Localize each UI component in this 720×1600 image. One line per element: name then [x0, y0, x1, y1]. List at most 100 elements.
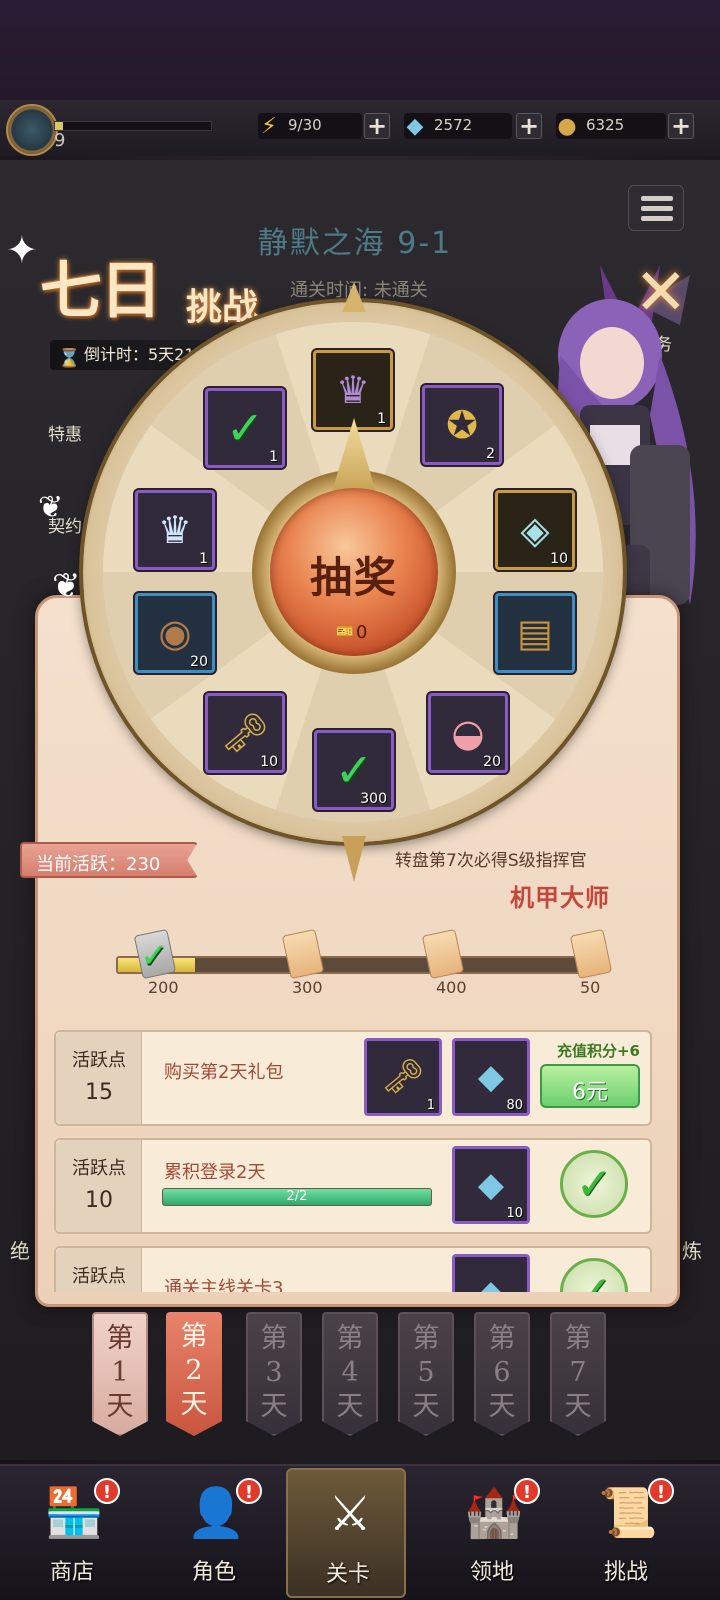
diamond-icon: ◆ — [455, 1257, 527, 1292]
ticket-icon: 🎫 — [336, 624, 354, 640]
day-tab-text: 6 — [493, 1357, 511, 1388]
side-item-left[interactable]: 绝 — [10, 1235, 30, 1264]
add-coin-button[interactable]: + — [668, 113, 694, 139]
milestone-label: 300 — [292, 978, 323, 997]
reward-diamond[interactable]: ◆ 80 — [452, 1038, 530, 1116]
prize-quantity: 10 — [550, 551, 568, 567]
activity-progress-bar — [116, 956, 602, 974]
nav-stage[interactable]: ⚔ 关卡 — [286, 1468, 406, 1598]
wheel-prize-coin-token[interactable]: ✪ 2 — [422, 385, 502, 465]
task-name: 通关主线关卡3 — [164, 1278, 284, 1292]
task-points-label: 活跃点 — [72, 1266, 126, 1287]
coin-icon: ● — [557, 113, 577, 139]
prize-quantity: 1 — [377, 411, 386, 427]
reward-diamond[interactable]: ◆ 10 — [452, 1146, 530, 1224]
notification-badge: ! — [94, 1478, 120, 1504]
check-icon: ✓ — [575, 1158, 613, 1210]
nav-label: 商店 — [49, 1560, 94, 1585]
top-background — [0, 0, 720, 100]
task-progress-bar: 2/2 — [162, 1188, 432, 1206]
wheel-prize-s-commander-purple[interactable]: ♛ 1 — [313, 350, 393, 430]
task-complete-button[interactable]: ✓ — [560, 1150, 628, 1218]
task-points: 15 — [85, 1080, 113, 1105]
wheel-prize-key[interactable]: 🗝 10 — [205, 693, 285, 773]
player-level: 9 — [54, 130, 66, 151]
wheel-prize-ticket-check[interactable]: ✓ 1 — [205, 388, 285, 468]
day-tab-text: 第 — [488, 1323, 516, 1354]
day-tab-2[interactable]: 第2天 — [166, 1312, 222, 1436]
wheel-prize-book[interactable]: ▤ — [495, 593, 575, 673]
diamond-counter: ◆ 2572 — [404, 113, 512, 139]
event-title: 七日 — [40, 254, 162, 327]
reward-key[interactable]: 🗝 1 — [364, 1038, 442, 1116]
spin-button-label: 抽奖 — [309, 553, 398, 602]
task-row: 活跃点 10 累积登录2天 2/2 ◆ 10 ✓ — [54, 1138, 652, 1234]
nav-character[interactable]: 👤 角色! — [154, 1468, 274, 1598]
diamond-icon: ◆ — [406, 113, 424, 139]
milestone-label: 200 — [148, 978, 179, 997]
add-energy-button[interactable]: + — [364, 113, 390, 139]
day-tab-text: 5 — [417, 1357, 435, 1388]
day-tab-1[interactable]: 第1天 — [92, 1312, 148, 1436]
day-tab-3[interactable]: 第3天 — [246, 1312, 302, 1436]
nav-shop[interactable]: 🏪 商店! — [12, 1468, 132, 1598]
prize-quantity: 300 — [360, 791, 387, 807]
nav-challenge[interactable]: 📜 挑战! — [566, 1468, 686, 1598]
prize-quantity: 20 — [190, 654, 208, 670]
wheel-prize-gem-bag[interactable]: ◉ 20 — [135, 593, 215, 673]
day-tab-text: 第 — [260, 1323, 288, 1354]
add-diamond-button[interactable]: + — [516, 113, 542, 139]
buy-gift-button[interactable]: 6元 — [540, 1064, 640, 1108]
butterfly-icon: ❦ — [38, 490, 64, 525]
close-icon[interactable]: ✕ — [634, 256, 688, 330]
book-icon: ▤ — [517, 611, 553, 655]
nav-territory[interactable]: 🏰 领地! — [432, 1468, 552, 1598]
stage-title: 静默之海 9-1 — [257, 226, 453, 261]
swords-icon: ⚔ — [328, 1486, 372, 1542]
xp-bar — [54, 121, 212, 131]
milestone-label: 50 — [580, 978, 601, 997]
prize-quantity: 1 — [199, 551, 208, 567]
wheel-prize-crystal-shard[interactable]: ◈ 10 — [495, 490, 575, 570]
wheel-prize-cake[interactable]: ◒ 20 — [428, 693, 508, 773]
notification-badge: ! — [648, 1478, 674, 1504]
energy-counter: ⚡ 9/30 — [258, 113, 362, 139]
task-complete-button[interactable]: ✓ — [560, 1258, 628, 1292]
side-item-special[interactable]: 特惠 — [48, 420, 82, 445]
day-tab-text: 天 — [336, 1391, 364, 1422]
task-list[interactable]: 活跃点 15 购买第2天礼包 🗝 1 ◆ 80 充值积分+6 6元 活跃点 10… — [54, 1030, 652, 1292]
nav-label: 角色 — [191, 1560, 236, 1585]
day-tab-4[interactable]: 第4天 — [322, 1312, 378, 1436]
day-tab-text: 天 — [106, 1391, 134, 1422]
day-tab-text: 7 — [569, 1357, 587, 1388]
recharge-bonus: 充值积分+6 — [556, 1042, 640, 1060]
side-item-right[interactable]: 炼 — [682, 1235, 702, 1264]
lightning-icon: ⚡ — [261, 113, 277, 139]
guarantee-text: 转盘第7次必得S级指挥官 — [395, 851, 587, 871]
nav-label: 挑战 — [603, 1560, 648, 1585]
wheel-prize-s-commander-white[interactable]: ♛ 1 — [135, 490, 215, 570]
day-tab-text: 天 — [260, 1391, 288, 1422]
day-tab-text: 3 — [265, 1357, 283, 1388]
player-level-badge[interactable] — [6, 104, 58, 156]
notification-badge: ! — [514, 1478, 540, 1504]
task-row: 活跃点 通关主线关卡3 ◆ ✓ — [54, 1246, 652, 1292]
task-points: 10 — [85, 1188, 113, 1213]
day-tab-text: 天 — [412, 1391, 440, 1422]
task-points-label: 活跃点 — [72, 1158, 126, 1179]
wheel-prize-check-box[interactable]: ✓ 300 — [314, 730, 394, 810]
menu-list-button[interactable] — [628, 185, 684, 231]
prize-quantity: 20 — [483, 754, 501, 770]
current-activity-badge: 当前活跃：230 — [20, 842, 198, 878]
day-tab-text: 天 — [488, 1391, 516, 1422]
prize-quantity: 1 — [269, 449, 278, 465]
hourglass-icon: ⌛ — [58, 348, 81, 369]
day-tab-text: 第 — [336, 1323, 364, 1354]
day-tab-6[interactable]: 第6天 — [474, 1312, 530, 1436]
nav-label: 领地 — [469, 1560, 514, 1585]
day-tab-7[interactable]: 第7天 — [550, 1312, 606, 1436]
day-tab-text: 第 — [412, 1323, 440, 1354]
day-tab-5[interactable]: 第5天 — [398, 1312, 454, 1436]
sparkle-icon: ✦ — [6, 228, 38, 272]
reward-diamond[interactable]: ◆ — [452, 1254, 530, 1292]
